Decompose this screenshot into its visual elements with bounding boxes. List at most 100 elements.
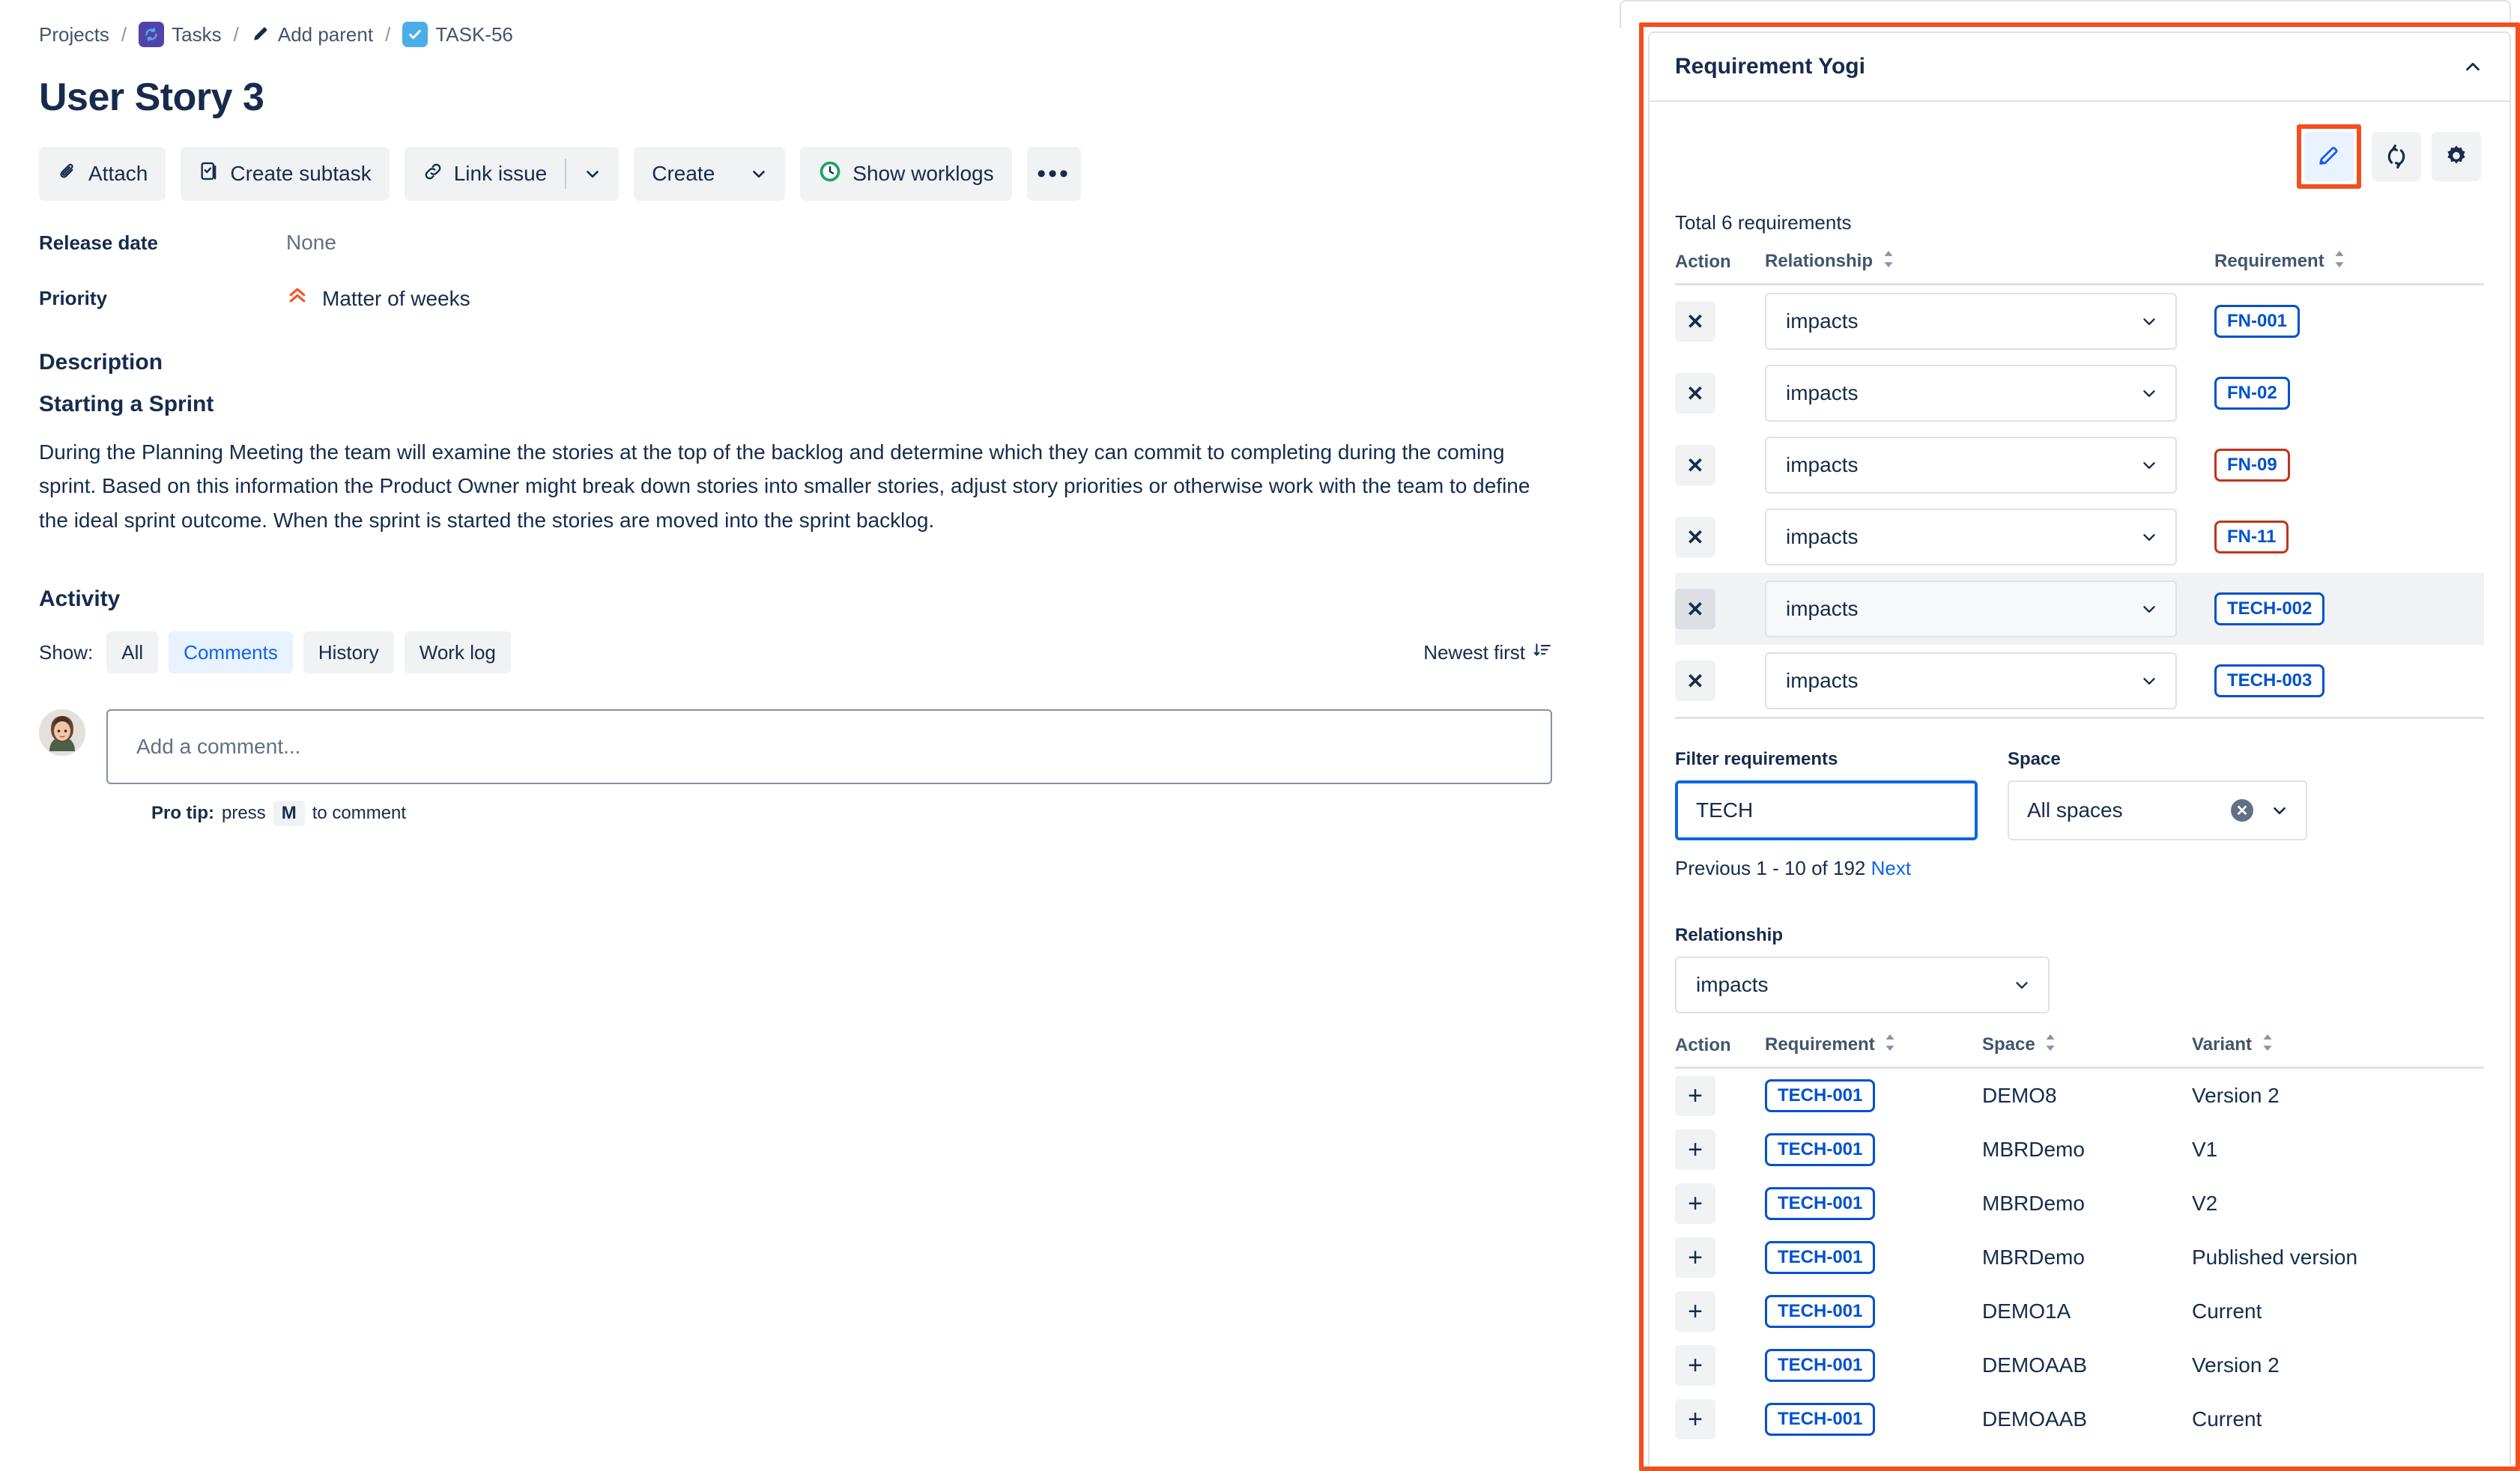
description-heading: Description (39, 350, 1611, 375)
remove-link-button[interactable]: ✕ (1675, 373, 1715, 413)
remove-link-button[interactable]: ✕ (1675, 301, 1715, 342)
attach-button[interactable]: Attach (39, 147, 166, 201)
relationship-filter-select[interactable]: impacts (1675, 956, 2050, 1013)
table-row[interactable]: ✕ impacts TECH-003 (1675, 645, 2484, 717)
requirement-chip[interactable]: FN-11 (2214, 521, 2289, 553)
add-link-button[interactable]: + (1675, 1183, 1715, 1224)
priority-label: Matter of weeks (322, 287, 470, 311)
tab-comments[interactable]: Comments (169, 631, 293, 673)
table-row[interactable]: + TECH-001 MBRDemo Published version (1675, 1231, 2484, 1285)
link-issue-dropdown-toggle[interactable] (566, 147, 619, 201)
show-worklogs-button[interactable]: Show worklogs (800, 147, 1011, 201)
breadcrumb-issue-key[interactable]: TASK-56 (402, 22, 513, 47)
requirement-chip[interactable]: FN-001 (2214, 305, 2300, 338)
edit-requirements-button[interactable] (2304, 132, 2354, 181)
table-row[interactable]: ✕ impacts FN-09 (1675, 429, 2484, 501)
row-space-cell: MBRDemo (1982, 1123, 2192, 1177)
page-title: User Story 3 (39, 75, 1611, 120)
tab-history[interactable]: History (303, 631, 394, 673)
relationship-select[interactable]: impacts (1765, 437, 2177, 494)
filter-requirements-input[interactable]: TECH (1675, 780, 1978, 840)
space-filter-select[interactable]: All spaces ✕ (2008, 780, 2307, 840)
table-row[interactable]: ✕ impacts FN-001 (1675, 285, 2484, 358)
remove-link-button[interactable]: ✕ (1675, 661, 1715, 701)
requirement-chip[interactable]: TECH-001 (1765, 1079, 1875, 1112)
requirement-chip[interactable]: TECH-001 (1765, 1295, 1875, 1328)
breadcrumb-projects[interactable]: Projects (39, 23, 109, 46)
field-value-release-date[interactable]: None (286, 231, 336, 255)
requirement-yogi-pane: Requirement Yogi (1611, 0, 2520, 1471)
col-variant[interactable]: Variant (2192, 1034, 2484, 1068)
create-dropdown-toggle[interactable] (733, 147, 785, 201)
table-row[interactable]: + TECH-001 DEMO8 Version 2 (1675, 1068, 2484, 1123)
relationship-select[interactable]: impacts (1765, 580, 2177, 637)
comment-input[interactable]: Add a comment... (106, 709, 1552, 784)
requirement-chip[interactable]: TECH-003 (2214, 664, 2324, 697)
relationship-select[interactable]: impacts (1765, 293, 2177, 350)
col-requirement[interactable]: Requirement (2214, 251, 2484, 285)
add-link-button[interactable]: + (1675, 1237, 1715, 1278)
create-button[interactable]: Create (634, 147, 733, 201)
relationship-filter-label: Relationship (1675, 925, 2484, 946)
add-link-button[interactable]: + (1675, 1291, 1715, 1332)
row-requirement-cell: FN-001 (2214, 285, 2484, 358)
issue-detail-pane: Projects / Tasks / Add parent (0, 0, 1611, 1471)
link-issue-button[interactable]: Link issue (405, 147, 566, 201)
table-row[interactable]: + TECH-001 MBRDemo V2 (1675, 1177, 2484, 1231)
col-space[interactable]: Space (1982, 1034, 2192, 1068)
table-row[interactable]: ✕ impacts TECH-002 (1675, 573, 2484, 645)
avatar (39, 709, 85, 756)
requirement-chip[interactable]: TECH-001 (1765, 1241, 1875, 1274)
add-link-button[interactable]: + (1675, 1129, 1715, 1170)
remove-link-button[interactable]: ✕ (1675, 445, 1715, 485)
add-link-button[interactable]: + (1675, 1076, 1715, 1116)
add-link-button[interactable]: + (1675, 1399, 1715, 1440)
gear-icon (2444, 144, 2469, 169)
row-requirement-cell: TECH-001 (1765, 1068, 1982, 1123)
table-row[interactable]: + TECH-001 DEMOAAB Current (1675, 1392, 2484, 1446)
row-action-cell: + (1675, 1338, 1765, 1392)
pagination-previous[interactable]: Previous (1675, 857, 1751, 879)
requirement-chip[interactable]: TECH-001 (1765, 1349, 1875, 1382)
activity-show-label: Show: (39, 641, 93, 664)
relationship-value: impacts (1786, 453, 1858, 477)
table-row[interactable]: ✕ impacts FN-02 (1675, 357, 2484, 429)
row-requirement-cell: FN-09 (2214, 429, 2484, 501)
col-requirement[interactable]: Requirement (1765, 1034, 1982, 1068)
table-row[interactable]: + TECH-001 MBRDemo V1 (1675, 1123, 2484, 1177)
requirement-chip[interactable]: TECH-001 (1765, 1403, 1875, 1436)
add-link-button[interactable]: + (1675, 1345, 1715, 1386)
relationship-select[interactable]: impacts (1765, 652, 2177, 709)
breadcrumb-add-parent[interactable]: Add parent (251, 23, 373, 46)
tab-work-log[interactable]: Work log (405, 631, 511, 673)
linked-table-bottom-divider (1675, 717, 2484, 719)
create-subtask-button[interactable]: Create subtask (181, 147, 389, 201)
task-check-icon (402, 22, 428, 47)
sort-order-toggle[interactable]: Newest first (1423, 640, 1582, 665)
requirement-chip[interactable]: FN-09 (2214, 449, 2290, 482)
clock-icon (818, 160, 842, 189)
field-value-priority[interactable]: Matter of weeks (286, 285, 470, 312)
panel-settings-button[interactable] (2432, 132, 2481, 181)
clear-icon[interactable]: ✕ (2231, 799, 2253, 822)
requirement-chip[interactable]: TECH-002 (2214, 592, 2324, 625)
remove-link-button[interactable]: ✕ (1675, 517, 1715, 557)
breadcrumb-add-parent-label: Add parent (278, 23, 373, 46)
tab-all[interactable]: All (106, 631, 158, 673)
pagination-next[interactable]: Next (1871, 857, 1911, 879)
requirement-chip[interactable]: FN-02 (2214, 377, 2290, 410)
col-relationship[interactable]: Relationship (1765, 251, 2214, 285)
row-requirement-cell: TECH-001 (1765, 1285, 1982, 1338)
more-actions-button[interactable]: ••• (1027, 147, 1081, 201)
breadcrumb-tasks[interactable]: Tasks (139, 22, 221, 47)
table-row[interactable]: + TECH-001 DEMO1A Current (1675, 1285, 2484, 1338)
refresh-requirements-button[interactable] (2372, 132, 2421, 181)
table-row[interactable]: ✕ impacts FN-11 (1675, 501, 2484, 573)
relationship-select[interactable]: impacts (1765, 509, 2177, 565)
relationship-select[interactable]: impacts (1765, 365, 2177, 422)
table-row[interactable]: + TECH-001 DEMOAAB Version 2 (1675, 1338, 2484, 1392)
remove-link-button[interactable]: ✕ (1675, 589, 1715, 629)
requirement-chip[interactable]: TECH-001 (1765, 1133, 1875, 1166)
collapse-panel-button[interactable] (2462, 55, 2484, 78)
requirement-chip[interactable]: TECH-001 (1765, 1187, 1875, 1220)
